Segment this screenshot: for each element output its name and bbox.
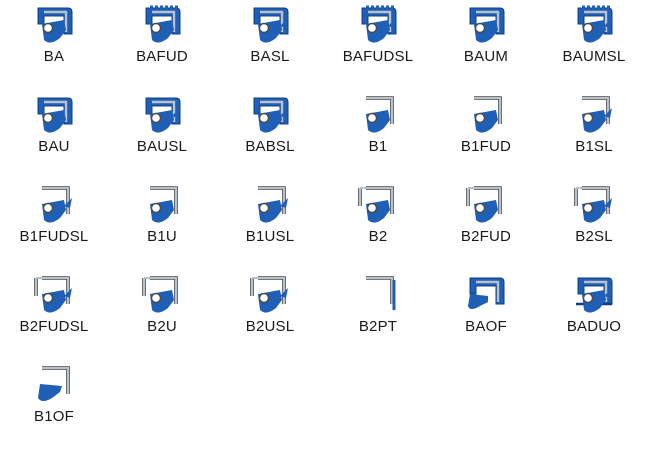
seal-double-metal-case-dust-lip-icon bbox=[250, 276, 288, 313]
seal-rubber-covered-ribbed-dust-lip-icon bbox=[361, 5, 397, 43]
seal-rubber-covered-dust-lip-icon bbox=[577, 5, 613, 43]
seal-rubber-covered-dust-lip-icon bbox=[253, 7, 289, 43]
seal-type-item[interactable]: BABSL bbox=[216, 92, 324, 180]
seal-type-item[interactable]: B1OF bbox=[0, 362, 108, 450]
seal-type-item[interactable]: B2U bbox=[108, 272, 216, 360]
seal-type-label: BAFUDSL bbox=[342, 48, 414, 65]
seal-rubber-covered-dust-lip-icon bbox=[253, 97, 289, 133]
seal-type-label: B2 bbox=[368, 228, 388, 245]
seal-rubber-covered-icon bbox=[469, 7, 505, 43]
seal-type-item[interactable]: BAFUDSL bbox=[324, 2, 432, 90]
seal-type-item[interactable]: B1FUD bbox=[432, 92, 540, 180]
seal-type-item[interactable]: BASL bbox=[216, 2, 324, 90]
seal-type-item[interactable]: BAFUD bbox=[108, 2, 216, 90]
seal-type-label: B1USL bbox=[245, 228, 295, 245]
seal-type-item[interactable]: B2PT bbox=[324, 272, 432, 360]
seal-double-metal-case-icon bbox=[358, 186, 394, 223]
seal-double-metal-case-icon bbox=[142, 276, 178, 313]
seal-type-item[interactable]: B2FUDSL bbox=[0, 272, 108, 360]
seal-type-item[interactable]: B1SL bbox=[540, 92, 648, 180]
seal-rubber-covered-icon bbox=[37, 7, 73, 43]
seal-type-label: BAUSL bbox=[136, 138, 188, 155]
seal-type-label: B2FUDSL bbox=[19, 318, 89, 335]
seal-type-item[interactable]: B2FUD bbox=[432, 182, 540, 270]
seal-metal-case-icon bbox=[366, 96, 394, 133]
seal-type-item[interactable]: B1FUDSL bbox=[0, 182, 108, 270]
seal-type-grid: BA BAFUD BASL BAFUDSL BAUM BAUMSL BAU BAUSL BABS… bbox=[0, 0, 650, 441]
seal-double-metal-case-icon bbox=[466, 186, 502, 223]
seal-rubber-covered-dust-lip-icon bbox=[145, 97, 181, 133]
seal-rubber-duo-icon bbox=[576, 277, 613, 313]
seal-metal-case-icon bbox=[474, 96, 502, 133]
seal-type-label: B1OF bbox=[34, 408, 74, 425]
seal-rubber-covered-icon bbox=[37, 97, 73, 133]
seal-type-label: B2FUD bbox=[460, 228, 512, 245]
seal-double-metal-case-dust-lip-icon bbox=[574, 186, 612, 223]
seal-type-label: BAUM bbox=[463, 48, 509, 65]
seal-type-label: BAUMSL bbox=[562, 48, 626, 65]
seal-type-label: BAOF bbox=[465, 318, 507, 335]
seal-ptfe-lip-icon bbox=[366, 276, 396, 310]
seal-type-item[interactable]: BAOF bbox=[432, 272, 540, 360]
seal-type-label: BADUO bbox=[566, 318, 622, 335]
seal-type-label: BABSL bbox=[245, 138, 295, 155]
seal-rubber-no-spring-icon bbox=[468, 277, 505, 309]
seal-type-label: B2U bbox=[147, 318, 177, 335]
seal-type-item[interactable]: B1 bbox=[324, 92, 432, 180]
seal-type-label: B1FUD bbox=[460, 138, 512, 155]
seal-metal-case-dust-lip-icon bbox=[258, 186, 288, 223]
seal-rubber-covered-ribbed-icon bbox=[145, 5, 181, 43]
seal-type-item[interactable]: BAU bbox=[0, 92, 108, 180]
seal-type-label: B1SL bbox=[575, 138, 613, 155]
seal-type-item[interactable]: BAUM bbox=[432, 2, 540, 90]
seal-type-label: B2PT bbox=[358, 318, 398, 335]
seal-type-label: B1FUDSL bbox=[19, 228, 89, 245]
seal-type-label: B1U bbox=[147, 228, 177, 245]
seal-type-label: BA bbox=[43, 48, 65, 65]
seal-type-item[interactable]: B2 bbox=[324, 182, 432, 270]
seal-type-label: B2USL bbox=[245, 318, 295, 335]
seal-type-item[interactable]: B2SL bbox=[540, 182, 648, 270]
seal-type-item[interactable]: BAUMSL bbox=[540, 2, 648, 90]
seal-type-label: BASL bbox=[250, 48, 290, 65]
seal-type-item[interactable]: BADUO bbox=[540, 272, 648, 360]
seal-metal-case-dust-lip-icon bbox=[42, 186, 72, 223]
seal-type-item[interactable]: B2USL bbox=[216, 272, 324, 360]
seal-type-item[interactable]: BAUSL bbox=[108, 92, 216, 180]
seal-type-label: B1 bbox=[368, 138, 388, 155]
seal-type-item[interactable]: B1USL bbox=[216, 182, 324, 270]
seal-type-label: B2SL bbox=[575, 228, 613, 245]
seal-double-metal-case-dust-lip-icon bbox=[34, 276, 72, 313]
seal-type-label: BAFUD bbox=[136, 48, 188, 65]
seal-metal-case-dust-lip-icon bbox=[582, 96, 612, 133]
seal-metal-no-spring-icon bbox=[38, 366, 70, 401]
seal-type-label: BAU bbox=[38, 138, 70, 155]
seal-type-item[interactable]: BA bbox=[0, 2, 108, 90]
seal-type-item[interactable]: B1U bbox=[108, 182, 216, 270]
seal-metal-case-icon bbox=[150, 186, 178, 223]
